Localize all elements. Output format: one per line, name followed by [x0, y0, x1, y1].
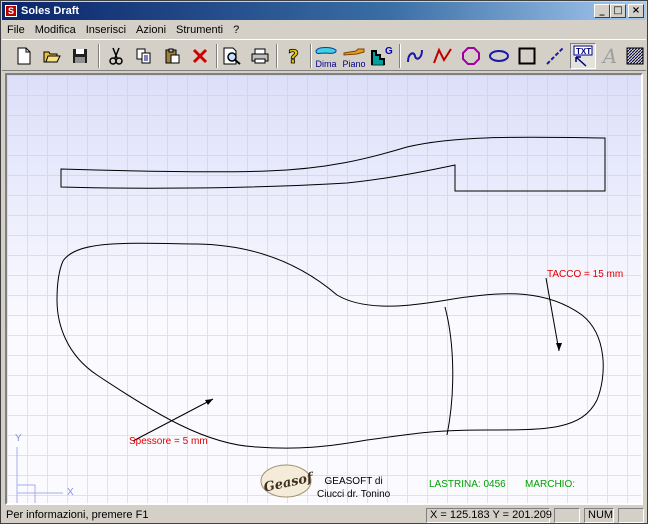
open-button[interactable]	[40, 43, 64, 69]
dima-icon	[315, 47, 337, 54]
company-info: GEASOFT di Ciucci dr. Tonino	[317, 475, 390, 501]
delete-icon	[192, 48, 208, 64]
graph-g-button[interactable]: G	[369, 43, 395, 69]
dashed-line-tool-icon	[546, 47, 564, 65]
paste-button[interactable]	[160, 43, 184, 69]
text-tool-icon: A	[602, 44, 618, 68]
status-bar: Per informazioni, premere F1 X = 125.183…	[2, 507, 646, 523]
menu-strumenti[interactable]: Strumenti	[171, 24, 228, 36]
window-title: Soles Draft	[21, 5, 80, 17]
help-button[interactable]: ?	[282, 43, 306, 69]
print-preview-button[interactable]	[220, 43, 244, 69]
curve-tool-button[interactable]	[403, 43, 427, 69]
new-file-button[interactable]	[12, 43, 36, 69]
text-tool-button[interactable]: A	[599, 43, 621, 69]
dashed-line-tool-button[interactable]	[543, 43, 567, 69]
menu-file[interactable]: File	[2, 24, 30, 36]
geasoft-logo-icon: Geasoft	[260, 464, 320, 498]
drawing-svg	[16, 136, 606, 503]
tacco-annotation[interactable]: TACCO = 15 mm	[547, 269, 623, 280]
dima-label: Dima	[315, 59, 337, 69]
minimize-button[interactable]: _	[594, 4, 610, 18]
maximize-button[interactable]: □	[610, 4, 626, 18]
lastrina-label: LASTRINA: 0456	[429, 479, 506, 490]
status-panel-empty	[554, 508, 580, 523]
print-preview-icon	[223, 47, 241, 65]
tacco-arrowhead	[556, 343, 562, 351]
paste-icon	[165, 48, 180, 64]
menu-help[interactable]: ?	[228, 24, 244, 36]
status-panel-empty	[618, 508, 644, 523]
title-bar[interactable]: S Soles Draft _ □ ×	[2, 2, 646, 20]
close-button[interactable]: ×	[628, 4, 644, 18]
geasoft-logo: Geasoft	[259, 461, 320, 499]
delete-button[interactable]	[188, 43, 212, 69]
coordinates-panel: X = 125.183 Y = 201.209	[426, 508, 552, 523]
piano-label: Piano	[342, 59, 366, 69]
menu-modifica[interactable]: Modifica	[30, 24, 81, 36]
dima-button[interactable]: Dima	[313, 43, 339, 69]
spessore-annotation[interactable]: Spessore = 5 mm	[129, 436, 208, 447]
polyline-tool-button[interactable]	[431, 43, 455, 69]
polygon-tool-icon	[462, 47, 480, 65]
piano-icon	[343, 48, 365, 56]
rectangle-tool-icon	[518, 47, 536, 65]
text-box-tool-icon: TXT	[573, 45, 593, 67]
txt-label: TXT	[576, 47, 591, 56]
app-window: S Soles Draft _ □ × File Modifica Inseri…	[0, 0, 648, 524]
rectangle-tool-button[interactable]	[515, 43, 539, 69]
hatch-tool-button[interactable]	[624, 43, 646, 69]
copy-icon	[136, 48, 151, 64]
menu-inserisci[interactable]: Inserisci	[81, 24, 131, 36]
tacco-arrow	[545, 277, 560, 352]
spessore-arrowhead	[205, 399, 213, 405]
print-button[interactable]	[248, 43, 272, 69]
toolbar-separator	[399, 44, 401, 68]
toolbar-separator	[216, 44, 218, 68]
y-axis-label: Y	[15, 433, 22, 444]
marchio-label: MARCHIO:	[525, 479, 575, 490]
save-disk-icon	[73, 49, 87, 63]
drawing-area-frame: TACCO = 15 mm Spessore = 5 mm Y X Geasof…	[5, 73, 643, 505]
toolbar-separator	[98, 44, 100, 68]
new-file-icon	[17, 47, 31, 65]
origin-axis	[16, 447, 63, 503]
text-box-tool-button[interactable]: TXT	[570, 43, 596, 69]
copy-button[interactable]	[132, 43, 156, 69]
window-controls: _ □ ×	[594, 4, 644, 18]
svg-text:?: ?	[288, 46, 299, 66]
polygon-tool-button[interactable]	[459, 43, 483, 69]
help-icon: ?	[288, 46, 300, 66]
x-axis-label: X	[67, 487, 74, 498]
g-label: G	[385, 46, 393, 57]
curve-tool-icon	[407, 49, 423, 63]
cut-icon	[109, 47, 123, 65]
menu-bar: File Modifica Inserisci Azioni Strumenti…	[2, 21, 646, 39]
cut-button[interactable]	[104, 43, 128, 69]
polyline-tool-icon	[433, 47, 452, 64]
num-lock-indicator: NUM	[584, 508, 614, 523]
print-icon	[251, 48, 269, 64]
hatch-tool-icon	[626, 47, 644, 65]
company-line2: Ciucci dr. Tonino	[317, 489, 391, 500]
toolbar: ? Dima Piano G TXT A	[2, 39, 646, 71]
drawing-canvas[interactable]: TACCO = 15 mm Spessore = 5 mm Y X Geasof…	[7, 75, 641, 503]
insole-profile-shape	[60, 136, 606, 192]
menu-azioni[interactable]: Azioni	[131, 24, 171, 36]
piano-button[interactable]: Piano	[341, 43, 367, 69]
status-help-text: Per informazioni, premere F1	[6, 509, 149, 521]
origin-axis-box	[17, 484, 36, 503]
ellipse-tool-icon	[489, 50, 509, 62]
graph-g-icon: G	[371, 46, 393, 66]
sole-outline-shape	[56, 242, 604, 449]
open-folder-icon	[43, 51, 61, 63]
company-line1: GEASOFT di	[324, 476, 383, 487]
toolbar-separator	[276, 44, 278, 68]
toolbar-separator	[310, 44, 312, 68]
heel-division-line	[444, 306, 454, 436]
app-icon: S	[5, 5, 17, 17]
ellipse-tool-button[interactable]	[487, 43, 511, 69]
save-button[interactable]	[68, 43, 92, 69]
